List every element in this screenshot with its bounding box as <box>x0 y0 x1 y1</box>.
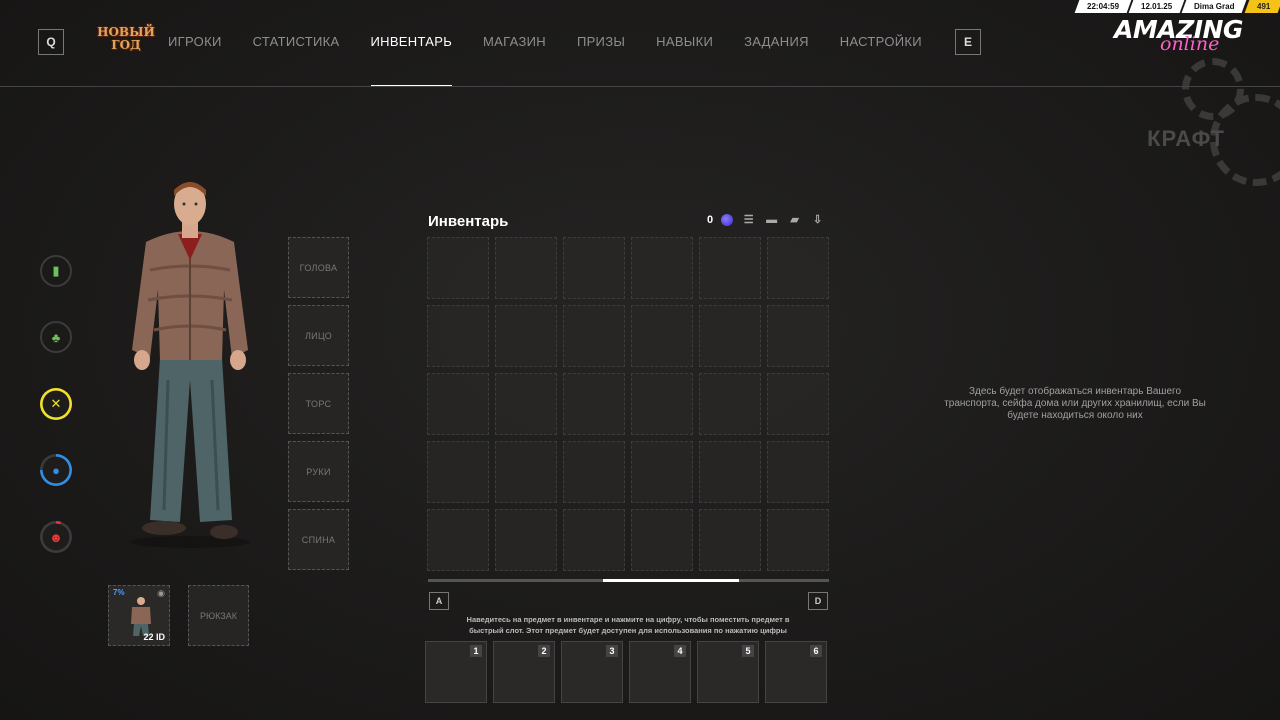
inventory-cell[interactable] <box>699 441 761 503</box>
inventory-cell[interactable] <box>563 509 625 571</box>
stat-health: ☻ <box>40 521 72 553</box>
quick-slot-hint: Наведитесь на предмет в инвентаре и нажм… <box>466 615 790 635</box>
inventory-cell[interactable] <box>699 237 761 299</box>
logo-sub-text: online <box>1160 33 1220 55</box>
inventory-cell[interactable] <box>767 509 829 571</box>
main-tabs: ИГРОКИ СТАТИСТИКА ИНВЕНТАРЬ МАГАЗИН ПРИЗ… <box>168 34 953 87</box>
quick-slot-number: 5 <box>742 645 754 657</box>
inventory-cell[interactable] <box>427 305 489 367</box>
inventory-cell[interactable] <box>427 509 489 571</box>
status-date: 12.01.25 <box>1128 0 1185 13</box>
inventory-cell[interactable] <box>495 237 557 299</box>
game-logo: AMAZING online <box>1114 17 1266 59</box>
inventory-cell[interactable] <box>631 441 693 503</box>
nav-prev-key[interactable]: Q <box>38 29 64 55</box>
quick-slot-6[interactable]: 6 <box>765 641 827 703</box>
inventory-grid <box>427 237 830 571</box>
quick-slot-number: 1 <box>470 645 482 657</box>
inventory-cell[interactable] <box>495 509 557 571</box>
tab-quests[interactable]: ЗАДАНИЯ <box>744 34 809 50</box>
quick-slot-3[interactable]: 3 <box>561 641 623 703</box>
inventory-cell[interactable] <box>495 305 557 367</box>
currency-amount: 0 <box>707 213 714 226</box>
external-storage-info: Здесь будет отображаться инвентарь Вашег… <box>944 386 1206 421</box>
inventory-cell[interactable] <box>631 373 693 435</box>
stat-food: ✕ <box>40 388 72 420</box>
nav-divider <box>0 86 1280 87</box>
quick-slot-number: 2 <box>538 645 550 657</box>
inventory-cell[interactable] <box>563 441 625 503</box>
inventory-cell[interactable] <box>767 373 829 435</box>
inventory-cell[interactable] <box>563 237 625 299</box>
inventory-cell[interactable] <box>699 509 761 571</box>
skin-id: 22 ID <box>143 632 165 642</box>
tab-shop[interactable]: МАГАЗИН <box>483 34 546 50</box>
cutlery-icon: ✕ <box>50 396 62 411</box>
inventory-cell[interactable] <box>563 305 625 367</box>
tab-statistics[interactable]: СТАТИСТИКА <box>253 34 340 50</box>
equip-slot-face[interactable]: ЛИЦО <box>288 305 349 366</box>
inventory-cell[interactable] <box>495 441 557 503</box>
equip-slot-head[interactable]: ГОЛОВА <box>288 237 349 298</box>
tab-players[interactable]: ИГРОКИ <box>168 34 222 50</box>
craft-background-label: КРАФТ <box>1147 126 1225 151</box>
tab-prizes[interactable]: ПРИЗЫ <box>577 34 625 50</box>
equip-slot-back[interactable]: СПИНА <box>288 509 349 570</box>
new-year-event-badge[interactable]: НОВЫЙ ГОД <box>97 26 155 52</box>
inventory-cell[interactable] <box>699 373 761 435</box>
water-drop-icon: ● <box>52 462 60 478</box>
page-next-key[interactable]: D <box>808 592 828 610</box>
tab-skills[interactable]: НАВЫКИ <box>656 34 713 50</box>
quick-slot-1[interactable]: 1 <box>425 641 487 703</box>
backpack-slot[interactable]: РЮКЗАК <box>188 585 249 646</box>
bag-icon[interactable]: ▰ <box>787 213 802 226</box>
inventory-cell[interactable] <box>495 373 557 435</box>
quick-slot-number: 3 <box>606 645 618 657</box>
eye-icon[interactable]: ◉ <box>157 588 165 599</box>
battery-icon: ▮ <box>52 263 60 278</box>
coin-icon <box>721 213 734 226</box>
tab-settings[interactable]: НАСТРОЙКИ <box>840 34 922 50</box>
quick-slot-number: 6 <box>810 645 822 657</box>
quick-slot-4[interactable]: 4 <box>629 641 691 703</box>
page-prev-key[interactable]: A <box>429 592 449 610</box>
health-icon: ☻ <box>49 529 63 545</box>
tab-inventory[interactable]: ИНВЕНТАРЬ <box>370 34 453 87</box>
hunger-icon: ♣ <box>51 329 61 345</box>
character-model <box>120 180 260 550</box>
inventory-scroll-thumb[interactable] <box>602 579 739 582</box>
status-time: 22:04:59 <box>1074 0 1132 13</box>
inventory-cell[interactable] <box>631 305 693 367</box>
inventory-cell[interactable] <box>563 373 625 435</box>
inventory-cell[interactable] <box>631 509 693 571</box>
inventory-cell[interactable] <box>699 305 761 367</box>
inventory-toolbar: 0 ☰ ▬ ▰ ⇩ <box>707 213 825 226</box>
quick-slot-2[interactable]: 2 <box>493 641 555 703</box>
equip-slot-hands[interactable]: РУКИ <box>288 441 349 502</box>
quick-slot-number: 4 <box>674 645 686 657</box>
inventory-cell[interactable] <box>767 237 829 299</box>
nav-next-key[interactable]: E <box>955 29 981 55</box>
sort-icon[interactable]: ☰ <box>741 213 756 226</box>
inventory-cell[interactable] <box>631 237 693 299</box>
status-coins: 491 <box>1244 0 1280 13</box>
stat-water: ● <box>40 454 72 486</box>
stat-hunger: ♣ <box>40 321 72 353</box>
quick-slot-5[interactable]: 5 <box>697 641 759 703</box>
stat-battery: ▮ <box>40 255 72 287</box>
inventory-cell[interactable] <box>767 305 829 367</box>
inventory-cell[interactable] <box>767 441 829 503</box>
briefcase-icon[interactable]: ▬ <box>764 213 779 226</box>
inventory-cell[interactable] <box>427 237 489 299</box>
download-icon[interactable]: ⇩ <box>810 213 825 226</box>
inventory-cell[interactable] <box>427 373 489 435</box>
status-bar: 22:04:59 12.01.25 Dima Grad 491 <box>1074 0 1280 13</box>
skin-percent: 7% <box>113 588 125 597</box>
skin-card[interactable]: 7% ◉ 22 ID <box>108 585 170 646</box>
inventory-cell[interactable] <box>427 441 489 503</box>
skin-thumbnail <box>131 597 151 636</box>
equip-slot-torso[interactable]: ТОРС <box>288 373 349 434</box>
inventory-title: Инвентарь <box>428 213 509 230</box>
status-player-name: Dima Grad <box>1181 0 1248 13</box>
